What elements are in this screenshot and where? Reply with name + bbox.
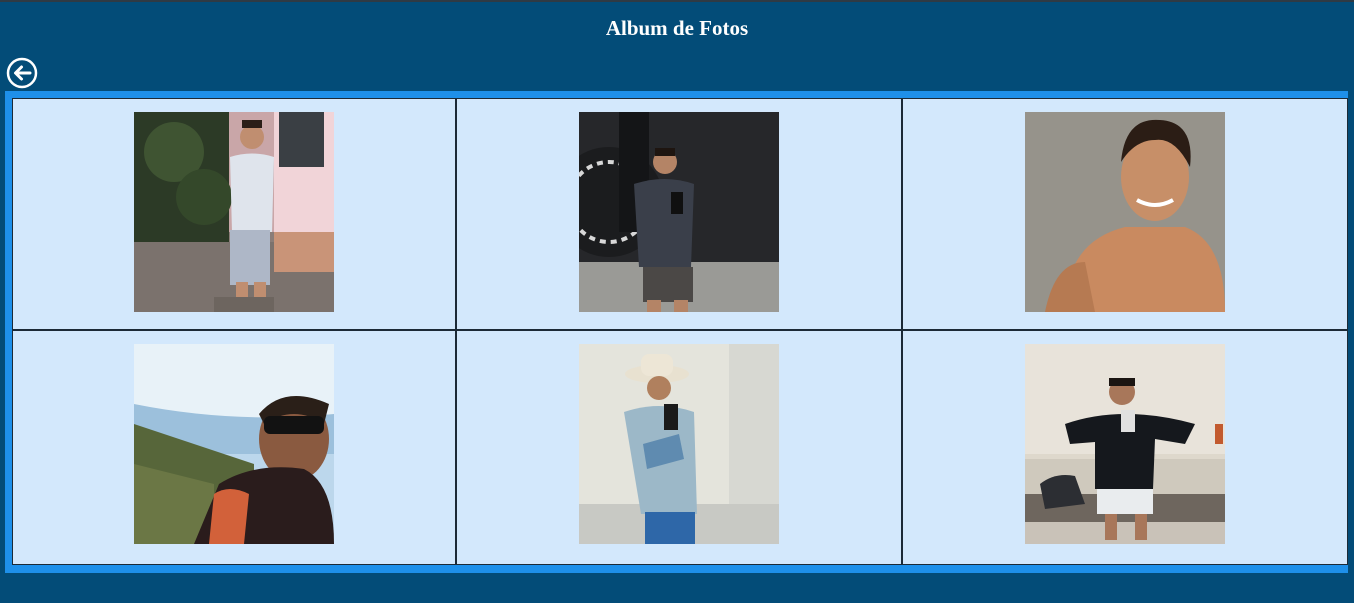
page-title: Album de Fotos [605,16,749,40]
photo-image [134,112,334,312]
album-photo[interactable] [579,344,779,544]
arrow-left-circle-icon [6,57,38,89]
photo-image [579,344,779,544]
album-frame [5,91,1348,573]
album-photo[interactable] [134,112,334,312]
album-photo[interactable] [1025,344,1225,544]
window-top-edge [0,0,1354,2]
photo-cell [13,331,457,564]
photo-cell [903,99,1347,331]
photo-cell [457,331,903,564]
photo-cell [13,99,457,331]
photo-cell [457,99,903,331]
album-photo[interactable] [579,112,779,312]
photo-image [579,112,779,312]
photo-cell [903,331,1347,564]
album-photo[interactable] [1025,112,1225,312]
photo-image [1025,344,1225,544]
album-photo[interactable] [134,344,334,544]
photo-grid [12,98,1348,565]
photo-image [134,344,334,544]
back-button[interactable] [6,57,38,89]
photo-image [1025,112,1225,312]
